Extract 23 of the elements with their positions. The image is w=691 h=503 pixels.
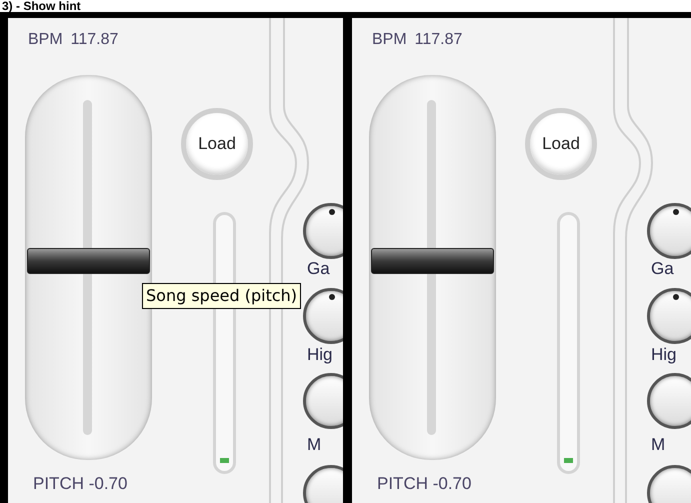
- bpm-label: BPM: [28, 32, 63, 48]
- slider-handle[interactable]: [27, 248, 150, 274]
- knob[interactable]: [303, 373, 343, 429]
- pitch-readout: PITCH -0.70: [377, 475, 472, 492]
- knob[interactable]: [303, 203, 343, 259]
- load-button[interactable]: Load: [525, 108, 597, 180]
- bpm-value: 117.87: [414, 32, 462, 48]
- knob-label: Hig: [307, 346, 333, 363]
- knob[interactable]: [647, 288, 691, 344]
- bpm-label: BPM: [372, 32, 407, 48]
- knob-label: Hig: [651, 346, 677, 363]
- bpm-value: 117.87: [70, 32, 118, 48]
- knob[interactable]: [647, 373, 691, 429]
- tooltip: Song speed (pitch): [142, 283, 302, 309]
- knob-label: M: [651, 436, 666, 453]
- knob-label: Ga: [307, 260, 330, 277]
- load-button[interactable]: Load: [181, 108, 253, 180]
- knob[interactable]: [303, 288, 343, 344]
- knob-label: Ga: [651, 260, 674, 277]
- knob-label: M: [307, 436, 322, 453]
- pitch-readout: PITCH -0.70: [33, 475, 128, 492]
- slider-handle[interactable]: [371, 248, 494, 274]
- knob[interactable]: [647, 203, 691, 259]
